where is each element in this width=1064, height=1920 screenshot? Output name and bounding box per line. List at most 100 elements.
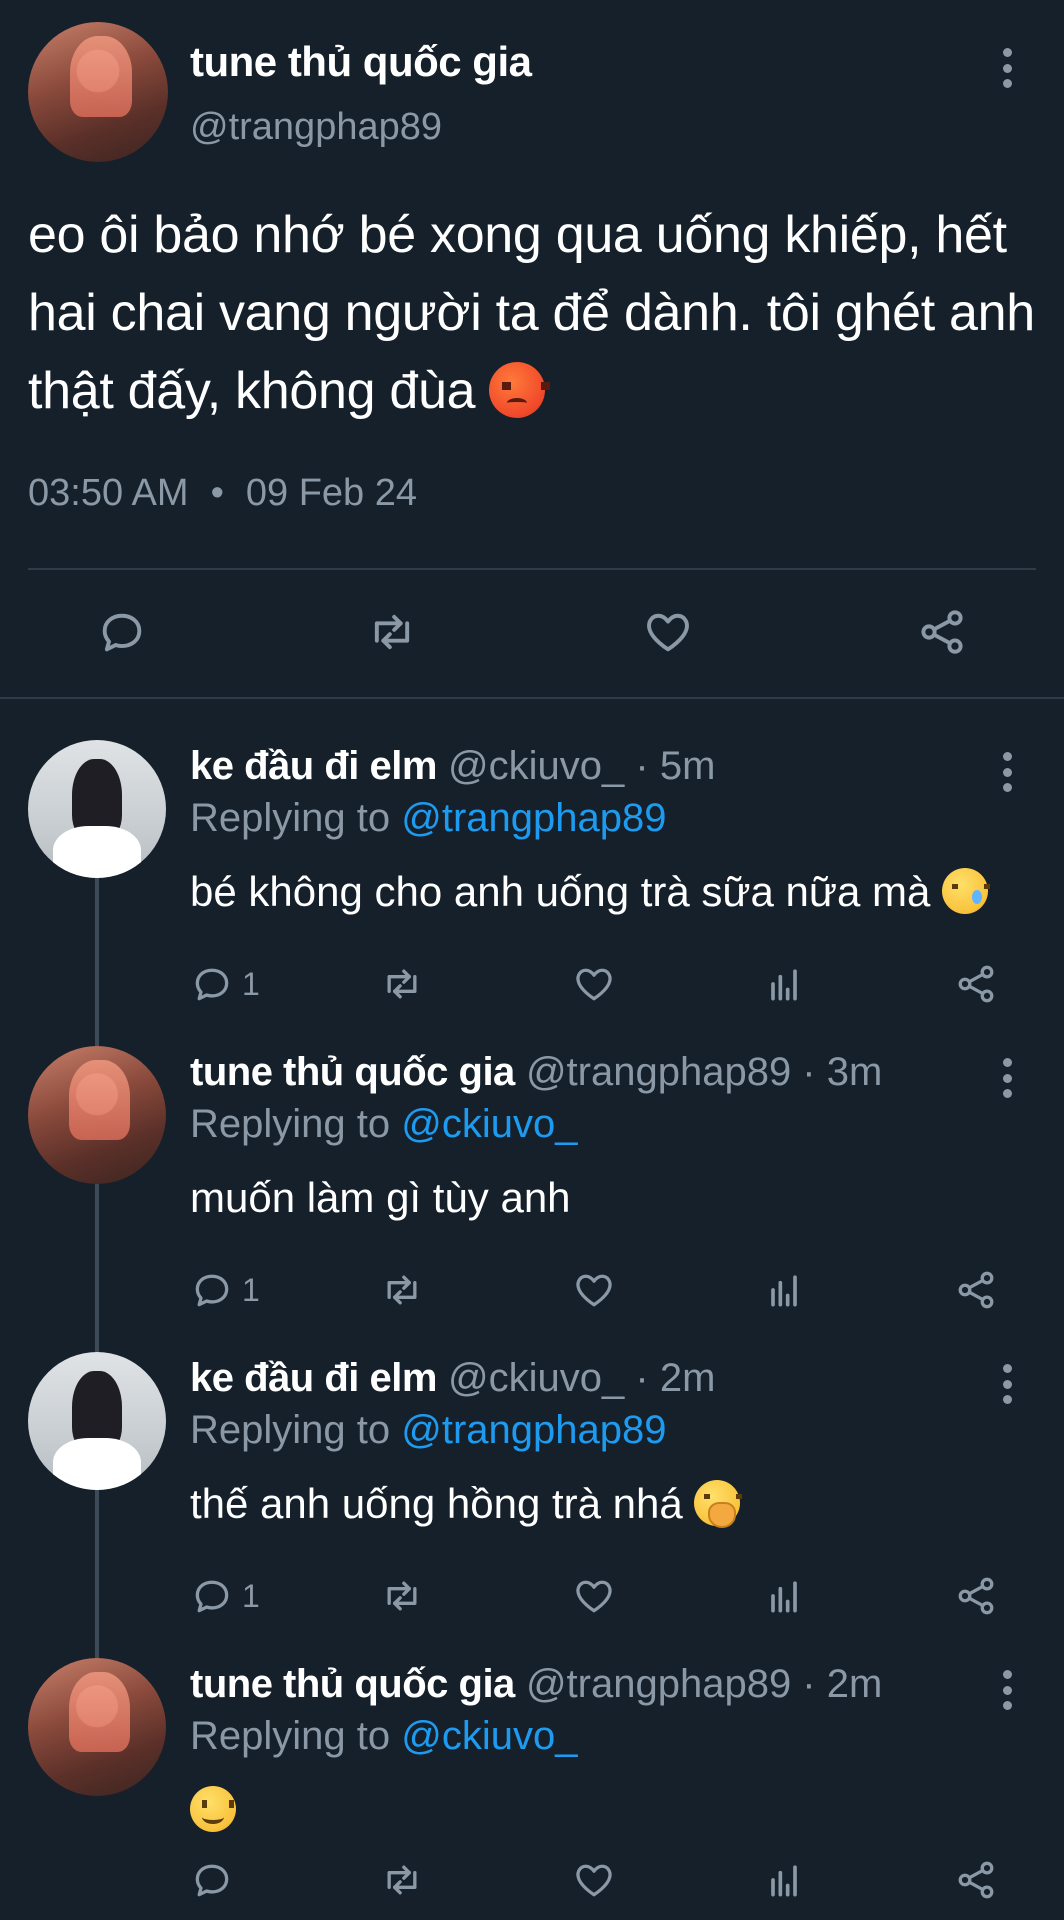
reply-button[interactable] [96, 606, 148, 658]
retweet-button[interactable] [380, 1858, 424, 1902]
like-icon [576, 1580, 612, 1613]
share-icon [958, 1861, 994, 1899]
reply-author-name[interactable]: ke đầu đi elm [190, 744, 437, 788]
analytics-button[interactable] [762, 1268, 806, 1312]
main-tweet: tune thủ quốc gia @trangphap89 eo ôi bảo… [0, 0, 1064, 699]
avatar[interactable] [28, 22, 168, 162]
crying-face-emoji [942, 868, 991, 914]
reply-handle-time: @ckiuvo_ · 5m [448, 744, 716, 788]
replying-to-mention[interactable]: @ckiuvo_ [401, 1714, 577, 1758]
reply-icon [195, 968, 229, 1001]
like-icon [576, 968, 612, 1001]
reply-header: ke đầu đi elm @ckiuvo_ · 5m [190, 744, 984, 789]
reply-handle-time: @trangphap89 · 2m [525, 1662, 883, 1706]
reply-text: muốn làm gì tùy anh [190, 1174, 571, 1222]
reply-count: 1 [242, 965, 260, 1002]
reply-text-content: bé không cho anh uống trà sữa nữa mà [190, 868, 931, 915]
author-handle[interactable]: @trangphap89 [190, 106, 442, 149]
divider [0, 697, 1064, 699]
reply-icon [195, 1864, 229, 1897]
like-button[interactable] [572, 1574, 616, 1618]
reply-button[interactable]: 1 [190, 1574, 260, 1618]
retweet-icon [387, 1275, 417, 1305]
reply-count: 1 [242, 1577, 260, 1614]
reply-text: thế anh uống hồng trà nhá [190, 1480, 743, 1528]
divider [28, 568, 1036, 570]
retweet-button[interactable] [380, 962, 424, 1006]
replying-to-label: Replying to [190, 796, 391, 840]
analytics-button[interactable] [762, 1574, 806, 1618]
share-icon [958, 1577, 994, 1615]
reply-header: tune thủ quốc gia @trangphap89 · 2m [190, 1662, 984, 1707]
reply-author-name[interactable]: tune thủ quốc gia [190, 1662, 515, 1706]
replying-to: Replying to @trangphap89 [190, 1408, 667, 1453]
retweet-icon [387, 1581, 417, 1611]
replying-to-label: Replying to [190, 1714, 391, 1758]
hand-over-mouth-emoji [694, 1480, 743, 1528]
share-button[interactable] [916, 606, 968, 658]
share-button[interactable] [954, 1858, 998, 1902]
like-button[interactable] [572, 1858, 616, 1902]
reply-tweet[interactable]: tune thủ quốc gia @trangphap89 · 3m Repl… [0, 1046, 1064, 1352]
slightly-smiling-face-emoji [190, 1786, 236, 1832]
share-button[interactable] [954, 1574, 998, 1618]
reply-author-name[interactable]: tune thủ quốc gia [190, 1050, 515, 1094]
retweet-icon [387, 969, 417, 999]
share-icon [921, 610, 963, 654]
author-display-name[interactable]: tune thủ quốc gia [190, 38, 532, 86]
reply-icon [195, 1274, 229, 1307]
replying-to-label: Replying to [190, 1102, 391, 1146]
replying-to-label: Replying to [190, 1408, 391, 1452]
reply-icon [195, 1580, 229, 1613]
share-button[interactable] [954, 962, 998, 1006]
retweet-button[interactable] [366, 606, 418, 658]
share-button[interactable] [954, 1268, 998, 1312]
reply-tweet[interactable]: ke đầu đi elm @ckiuvo_ · 5m Replying to … [0, 740, 1064, 1046]
analytics-icon [771, 1581, 797, 1613]
replying-to-mention[interactable]: @trangphap89 [401, 1408, 666, 1452]
reply-button[interactable]: 1 [190, 962, 260, 1006]
tweet-date: 09 Feb 24 [245, 472, 418, 514]
retweet-button[interactable] [380, 1574, 424, 1618]
avatar[interactable] [28, 1046, 166, 1184]
reply-text: bé không cho anh uống trà sữa nữa mà [190, 868, 991, 916]
retweet-icon [387, 1865, 417, 1895]
like-icon [647, 613, 689, 652]
reply-tweet[interactable]: tune thủ quốc gia @trangphap89 · 2m Repl… [0, 1658, 1064, 1920]
retweet-button[interactable] [380, 1268, 424, 1312]
replying-to: Replying to @ckiuvo_ [190, 1102, 577, 1147]
replying-to-mention[interactable]: @ckiuvo_ [401, 1102, 577, 1146]
analytics-icon [771, 969, 797, 1001]
avatar[interactable] [28, 1658, 166, 1796]
reply-handle-time: @ckiuvo_ · 2m [448, 1356, 716, 1400]
share-icon [958, 965, 994, 1003]
more-options-icon[interactable] [1000, 1364, 1014, 1404]
replying-to-mention[interactable]: @trangphap89 [401, 796, 666, 840]
like-button[interactable] [572, 962, 616, 1006]
more-options-icon[interactable] [1000, 1058, 1014, 1098]
retweet-icon [374, 614, 410, 650]
reply-header: ke đầu đi elm @ckiuvo_ · 2m [190, 1356, 984, 1401]
analytics-button[interactable] [762, 962, 806, 1006]
like-button[interactable] [642, 606, 694, 658]
reply-button[interactable]: 1 [190, 1268, 260, 1312]
tweet-timestamp: 03:50 AM • 09 Feb 24 [28, 472, 417, 515]
more-options-icon[interactable] [1000, 752, 1014, 792]
analytics-icon [771, 1275, 797, 1307]
reply-tweet[interactable]: ke đầu đi elm @ckiuvo_ · 2m Replying to … [0, 1352, 1064, 1658]
reply-author-name[interactable]: ke đầu đi elm [190, 1356, 437, 1400]
angry-face-emoji [489, 362, 551, 418]
tweet-text: eo ôi bảo nhớ bé xong qua uống khiếp, hế… [28, 196, 1038, 430]
more-options-icon[interactable] [1000, 48, 1014, 88]
tweet-time: 03:50 AM [28, 472, 189, 514]
analytics-icon [771, 1865, 797, 1897]
like-icon [576, 1864, 612, 1897]
more-options-icon[interactable] [1000, 1670, 1014, 1710]
avatar[interactable] [28, 1352, 166, 1490]
reply-icon [102, 613, 142, 652]
avatar[interactable] [28, 740, 166, 878]
replying-to: Replying to @ckiuvo_ [190, 1714, 577, 1759]
like-button[interactable] [572, 1268, 616, 1312]
analytics-button[interactable] [762, 1858, 806, 1902]
reply-button[interactable] [190, 1858, 234, 1902]
